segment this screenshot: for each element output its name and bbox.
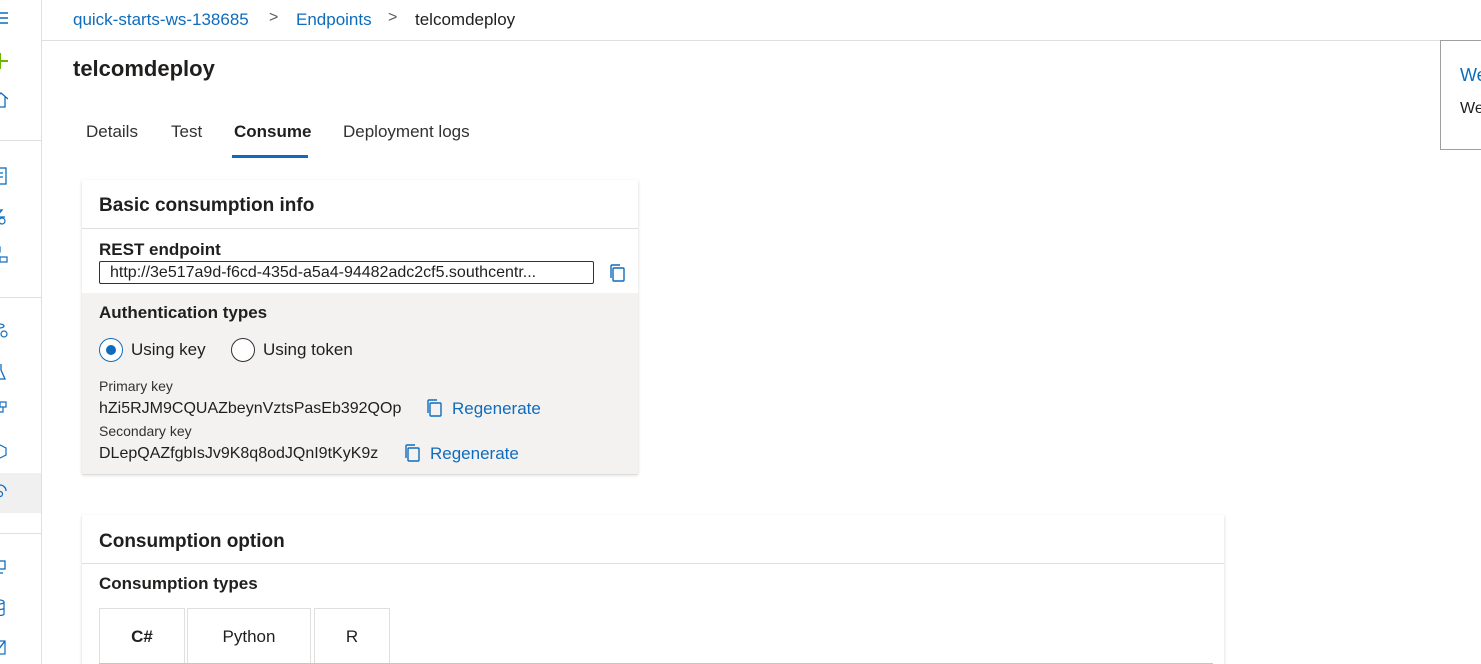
regenerate-primary-key-button[interactable]: Regenerate — [452, 399, 541, 419]
tab-test[interactable]: Test — [171, 122, 202, 142]
regenerate-secondary-key-button[interactable]: Regenerate — [430, 444, 519, 464]
chevron-right-icon: > — [388, 9, 398, 26]
data-labeling-icon[interactable] — [0, 638, 10, 656]
breadcrumb: quick-starts-ws-138685 > Endpoints > tel… — [42, 0, 1481, 41]
chevron-right-icon: > — [269, 9, 279, 26]
experiments-icon[interactable] — [0, 363, 10, 381]
notebook-icon[interactable] — [0, 167, 10, 185]
authentication-section: Authentication types Using key Using tok… — [82, 293, 638, 474]
datastores-icon[interactable] — [0, 599, 10, 617]
consumption-types-label: Consumption types — [99, 574, 258, 593]
page-title: telcomdeploy — [73, 56, 215, 81]
endpoints-icon[interactable] — [0, 483, 10, 501]
side-panel-text: We — [1460, 100, 1481, 117]
side-panel: We We — [1440, 40, 1481, 150]
plus-icon[interactable] — [0, 52, 10, 70]
card-header: Consumption option — [82, 515, 1224, 564]
designer-icon[interactable] — [0, 246, 10, 264]
copy-icon[interactable] — [608, 263, 626, 283]
datasets-icon[interactable] — [0, 322, 10, 340]
card-title: Basic consumption info — [99, 195, 315, 216]
card-title: Consumption option — [99, 531, 285, 552]
primary-key-value: hZi5RJM9CQUAZbeynVztsPasEb392QOp — [99, 400, 402, 417]
active-tab-indicator — [232, 155, 308, 158]
using-key-label[interactable]: Using key — [131, 340, 206, 360]
authentication-types-label: Authentication types — [99, 303, 268, 322]
compute-icon[interactable] — [0, 559, 10, 577]
secondary-key-label: Secondary key — [99, 423, 192, 439]
consumption-option-card: Consumption option Consumption types C# … — [82, 515, 1224, 664]
tab-csharp[interactable]: C# — [99, 608, 185, 664]
rest-endpoint-label: REST endpoint — [99, 240, 221, 259]
secondary-key-value: DLepQAZfgbIsJv9K8q8odJQnI9tKyK9z — [99, 445, 379, 462]
models-icon[interactable] — [0, 443, 10, 461]
automl-icon[interactable] — [0, 207, 10, 225]
left-nav-rail — [0, 0, 42, 664]
rest-endpoint-field[interactable] — [99, 261, 594, 284]
breadcrumb-current: telcomdeploy — [415, 10, 516, 29]
hamburger-icon[interactable] — [0, 11, 10, 29]
tab-details[interactable]: Details — [86, 122, 138, 142]
copy-icon[interactable] — [403, 443, 421, 463]
tab-deployment-logs[interactable]: Deployment logs — [343, 122, 470, 142]
breadcrumb-endpoints-link[interactable]: Endpoints — [296, 10, 372, 30]
card-header: Basic consumption info — [82, 180, 638, 229]
breadcrumb-workspace-link[interactable]: quick-starts-ws-138685 — [73, 10, 249, 30]
primary-key-label: Primary key — [99, 378, 173, 394]
pipelines-icon[interactable] — [0, 400, 10, 418]
basic-consumption-info-card: Basic consumption info REST endpoint Aut… — [82, 180, 638, 474]
tab-python[interactable]: Python — [187, 608, 311, 664]
using-key-radio[interactable] — [99, 338, 123, 362]
tab-consume[interactable]: Consume — [234, 122, 311, 142]
copy-icon[interactable] — [425, 398, 443, 418]
home-icon[interactable] — [0, 91, 10, 109]
using-token-radio[interactable] — [231, 338, 255, 362]
using-token-label[interactable]: Using token — [263, 340, 353, 360]
side-panel-title[interactable]: We — [1460, 65, 1481, 86]
tab-r[interactable]: R — [314, 608, 390, 664]
